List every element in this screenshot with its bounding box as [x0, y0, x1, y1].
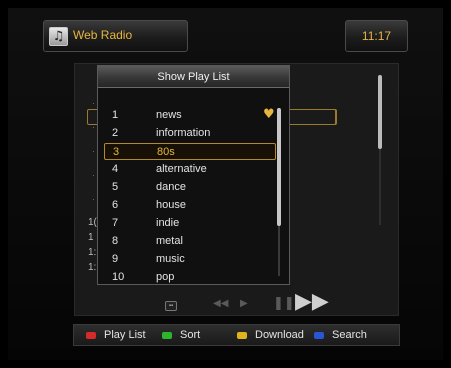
playlist-item-name: indie	[156, 217, 180, 229]
playlist-item-name: alternative	[156, 163, 207, 175]
playlist-item-number: 6	[112, 199, 119, 211]
red-key-icon	[86, 332, 96, 339]
playlist-item-number: 10	[112, 271, 125, 283]
playlist-item-2[interactable]: 2 information	[104, 125, 276, 142]
playlist-item-number: 2	[112, 127, 119, 139]
fast-forward-icon[interactable]: ▶▶	[295, 289, 329, 314]
pause-icon[interactable]: ❚❚	[273, 296, 295, 311]
playlist-item-name: information	[156, 127, 211, 139]
playlist-item-number: 1	[112, 109, 119, 121]
popup-title: Show Play List	[157, 71, 230, 83]
music-note-icon: ♫	[49, 27, 68, 46]
playlist-item-number: 9	[112, 253, 119, 265]
playlist-item-5[interactable]: 5 dance	[104, 179, 276, 196]
playlist-item-name: pop	[156, 271, 175, 283]
playlist-item-3[interactable]: 3 80s	[104, 143, 276, 160]
playlist-item-name: dance	[156, 181, 186, 193]
playlist-item-name: metal	[156, 235, 183, 247]
download-key[interactable]: Download	[255, 329, 304, 341]
search-key[interactable]: Search	[332, 329, 367, 341]
playlist-popup: Show Play List 1 news ♥ 2 information 3 …	[97, 65, 290, 285]
popup-header: Show Play List	[98, 66, 289, 88]
playlist-item-7[interactable]: 7 indie	[104, 215, 276, 232]
app-title: Web Radio	[73, 28, 133, 42]
playlist-item-number: 5	[112, 181, 119, 193]
playlist-item-name: music	[156, 253, 185, 265]
playlist-scrollbar[interactable]	[277, 108, 281, 226]
playlist-item-name: news	[156, 109, 182, 121]
clock-box: 11:17	[345, 20, 408, 52]
playlist-item-4[interactable]: 4 alternative	[104, 161, 276, 178]
playlist-item-name: house	[156, 199, 186, 211]
station-list-scrollbar[interactable]	[378, 75, 382, 149]
playlist-item-6[interactable]: 6 house	[104, 197, 276, 214]
rewind-icon[interactable]: ◀◀	[213, 298, 228, 309]
favorite-heart-icon: ♥	[263, 107, 275, 122]
playlist-item-number: 8	[112, 235, 119, 247]
playlist-item-number: 7	[112, 217, 119, 229]
play-list-key[interactable]: Play List	[104, 329, 146, 341]
playlist-item-name: 80s	[157, 146, 175, 158]
playlist-item-10[interactable]: 10 pop	[104, 269, 276, 286]
play-icon[interactable]: ▶	[240, 298, 248, 309]
clock: 11:17	[361, 29, 392, 43]
record-button[interactable]: ▪▪	[165, 301, 177, 311]
playlist-item-9[interactable]: 9 music	[104, 251, 276, 268]
blue-key-icon	[314, 332, 324, 339]
playlist-item-1[interactable]: 1 news ♥	[104, 107, 276, 124]
sort-key[interactable]: Sort	[180, 329, 200, 341]
yellow-key-icon	[237, 332, 247, 339]
playlist-item-8[interactable]: 8 metal	[104, 233, 276, 250]
color-key-bar: Play List Sort Download Search	[73, 324, 400, 346]
green-key-icon	[162, 332, 172, 339]
playlist-item-number: 3	[113, 146, 120, 158]
app-title-bar: ♫ Web Radio	[43, 20, 188, 52]
playlist-item-number: 4	[112, 163, 119, 175]
